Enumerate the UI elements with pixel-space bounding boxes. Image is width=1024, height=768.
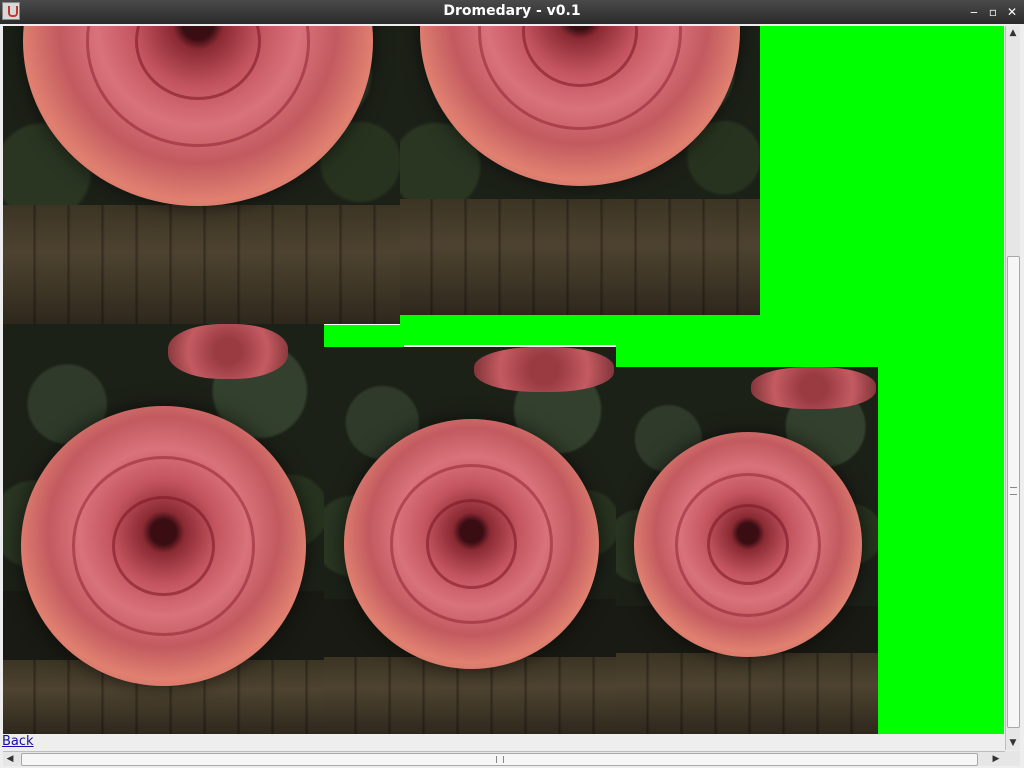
window-title: Dromedary - v0.1 [443, 3, 581, 19]
close-icon[interactable]: ✕ [1004, 4, 1020, 20]
rose-flower [344, 419, 599, 669]
scroll-down-icon[interactable]: ▼ [1006, 736, 1020, 750]
app-window: Dromedary - v0.1 ‒ ▫ ✕ Back ▲ ▼ ◀ ▶ [0, 0, 1024, 768]
scroll-right-icon[interactable]: ▶ [989, 752, 1003, 766]
rose-flower [634, 432, 862, 657]
maximize-icon[interactable]: ▫ [985, 4, 1001, 20]
vertical-scroll-thumb[interactable] [1007, 256, 1020, 728]
back-link[interactable]: Back [2, 734, 34, 749]
wood-stump [616, 653, 878, 734]
green-background-right [878, 367, 1004, 734]
wood-stump [3, 204, 400, 324]
title-bar[interactable]: Dromedary - v0.1 ‒ ▫ ✕ [0, 0, 1024, 24]
rose-tile-3 [3, 324, 324, 734]
horizontal-scroll-thumb[interactable] [21, 753, 978, 766]
scrollbar-corner [1005, 751, 1020, 766]
rose-flower [21, 406, 306, 686]
grip-icon [1010, 487, 1017, 495]
green-background-gap-3 [616, 345, 760, 367]
rose-tile-2 [400, 26, 760, 315]
vertical-scrollbar[interactable]: ▲ ▼ [1005, 26, 1020, 750]
image-canvas[interactable] [3, 26, 1004, 734]
grip-icon [496, 756, 504, 763]
minimize-icon[interactable]: ‒ [966, 4, 982, 20]
green-background-gap-2 [324, 325, 404, 347]
rose-bud [168, 324, 288, 379]
rose-tile-4 [324, 347, 616, 734]
scroll-up-icon[interactable]: ▲ [1006, 26, 1020, 40]
rose-tile-5 [616, 367, 878, 734]
green-background-gap [400, 315, 760, 345]
rose-bud [474, 347, 614, 392]
rose-tile-1 [3, 26, 400, 324]
rose-bud [751, 367, 876, 409]
wood-stump [400, 199, 760, 315]
horizontal-scrollbar[interactable]: ◀ ▶ [3, 751, 1005, 766]
scroll-left-icon[interactable]: ◀ [3, 752, 17, 766]
